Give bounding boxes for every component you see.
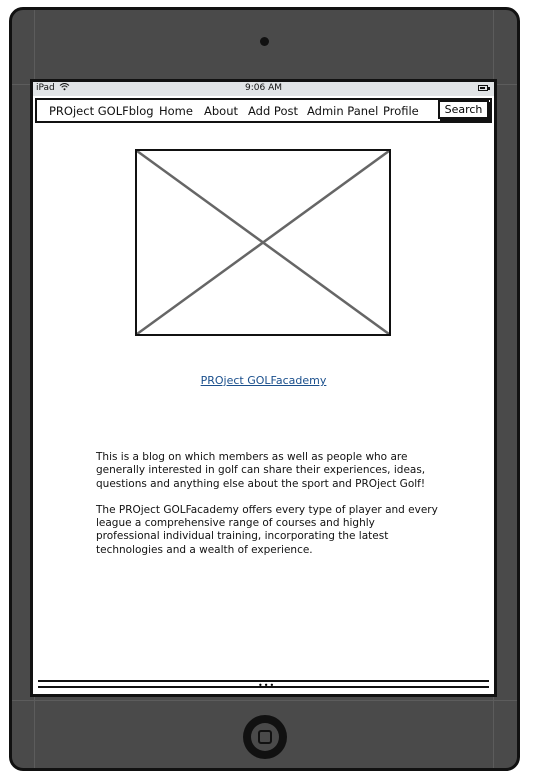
home-square-icon (258, 730, 272, 744)
nav-home[interactable]: Home (159, 104, 193, 118)
camera-icon (260, 37, 269, 46)
brand-link[interactable]: PROject GOLFblog (49, 104, 154, 118)
nav-add-post[interactable]: Add Post (248, 104, 298, 118)
scroll-grip-icon[interactable]: ••• (258, 682, 275, 690)
intro-text: This is a blog on which members as well … (96, 451, 441, 570)
paragraph-blog-intro: This is a blog on which members as well … (96, 451, 426, 490)
status-time: 9:06 AM (245, 83, 282, 93)
academy-link[interactable]: PROject GOLFacademy (33, 374, 494, 387)
home-button-ring (251, 723, 279, 751)
nav-profile[interactable]: Profile (383, 104, 419, 118)
frame-guide-line (12, 700, 517, 701)
navbar: PROject GOLFblog Home About Add Post Adm… (35, 98, 492, 123)
paragraph-academy-intro: The PROject GOLFacademy offers every typ… (96, 503, 438, 556)
battery-tip (488, 87, 490, 90)
status-bar: iPad 9:06 AM (33, 82, 494, 96)
search-button[interactable]: Search (438, 100, 489, 119)
nav-admin-panel[interactable]: Admin Panel (307, 104, 378, 118)
home-button[interactable] (243, 715, 287, 759)
screen: iPad 9:06 AM PROject GOLFblog Home About… (30, 79, 497, 697)
image-placeholder (135, 149, 391, 336)
scroll-footer: ••• (38, 680, 489, 690)
nav-about[interactable]: About (204, 104, 238, 118)
battery-icon (478, 85, 488, 91)
